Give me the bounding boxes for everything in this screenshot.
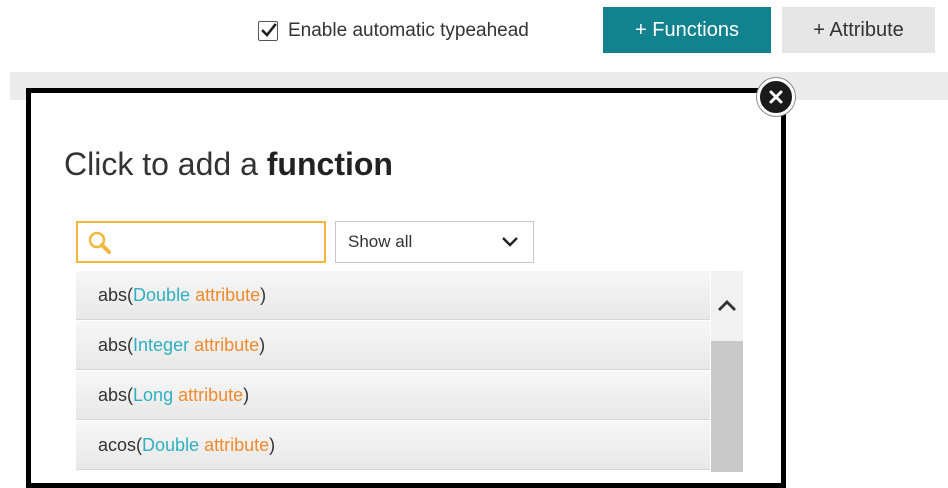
scroll-up-button[interactable] [711,271,743,341]
search-input[interactable] [76,221,326,263]
typeahead-checkbox[interactable] [258,21,278,41]
function-item[interactable]: acos(Double attribute) [76,421,710,470]
chevron-up-icon [718,300,736,311]
function-item[interactable]: abs(Long attribute) [76,371,710,420]
function-param-name: attribute [178,384,244,405]
search-icon [87,230,113,261]
function-name: abs [98,384,128,405]
function-list: abs(Double attribute) abs(Integer attrib… [76,271,710,471]
function-item[interactable]: abs(Double attribute) [76,271,710,320]
list-scrollbar[interactable] [711,271,743,472]
dialog-title-prefix: Click to add a [64,146,267,182]
filter-selected-value: Show all [348,232,413,251]
chevron-down-icon [501,234,519,254]
function-name: abs [98,284,128,305]
function-param-name: attribute [204,434,270,455]
scrollbar-thumb[interactable] [711,341,743,472]
function-param-name: attribute [194,334,260,355]
typeahead-label: Enable automatic typeahead [288,20,529,41]
add-functions-button[interactable]: + Functions [603,7,771,53]
typeahead-toggle[interactable]: Enable automatic typeahead [258,20,529,42]
function-filter-select[interactable]: Show all [335,221,534,263]
function-param-type: Long [133,384,174,405]
dialog-title-bold: function [266,146,393,182]
function-param-type: Integer [133,334,190,355]
function-name: abs [98,334,128,355]
checkmark-icon [261,23,277,37]
function-param-name: attribute [195,284,261,305]
close-icon [769,90,783,104]
function-name: acos [98,434,137,455]
close-button[interactable] [757,78,795,116]
dialog-title: Click to add a function [64,146,393,183]
function-param-type: Double [142,434,200,455]
function-param-type: Double [133,284,191,305]
toolbar: Enable automatic typeahead + Functions +… [0,0,948,68]
add-attribute-button[interactable]: + Attribute [782,7,935,53]
function-item[interactable]: abs(Integer attribute) [76,321,710,370]
